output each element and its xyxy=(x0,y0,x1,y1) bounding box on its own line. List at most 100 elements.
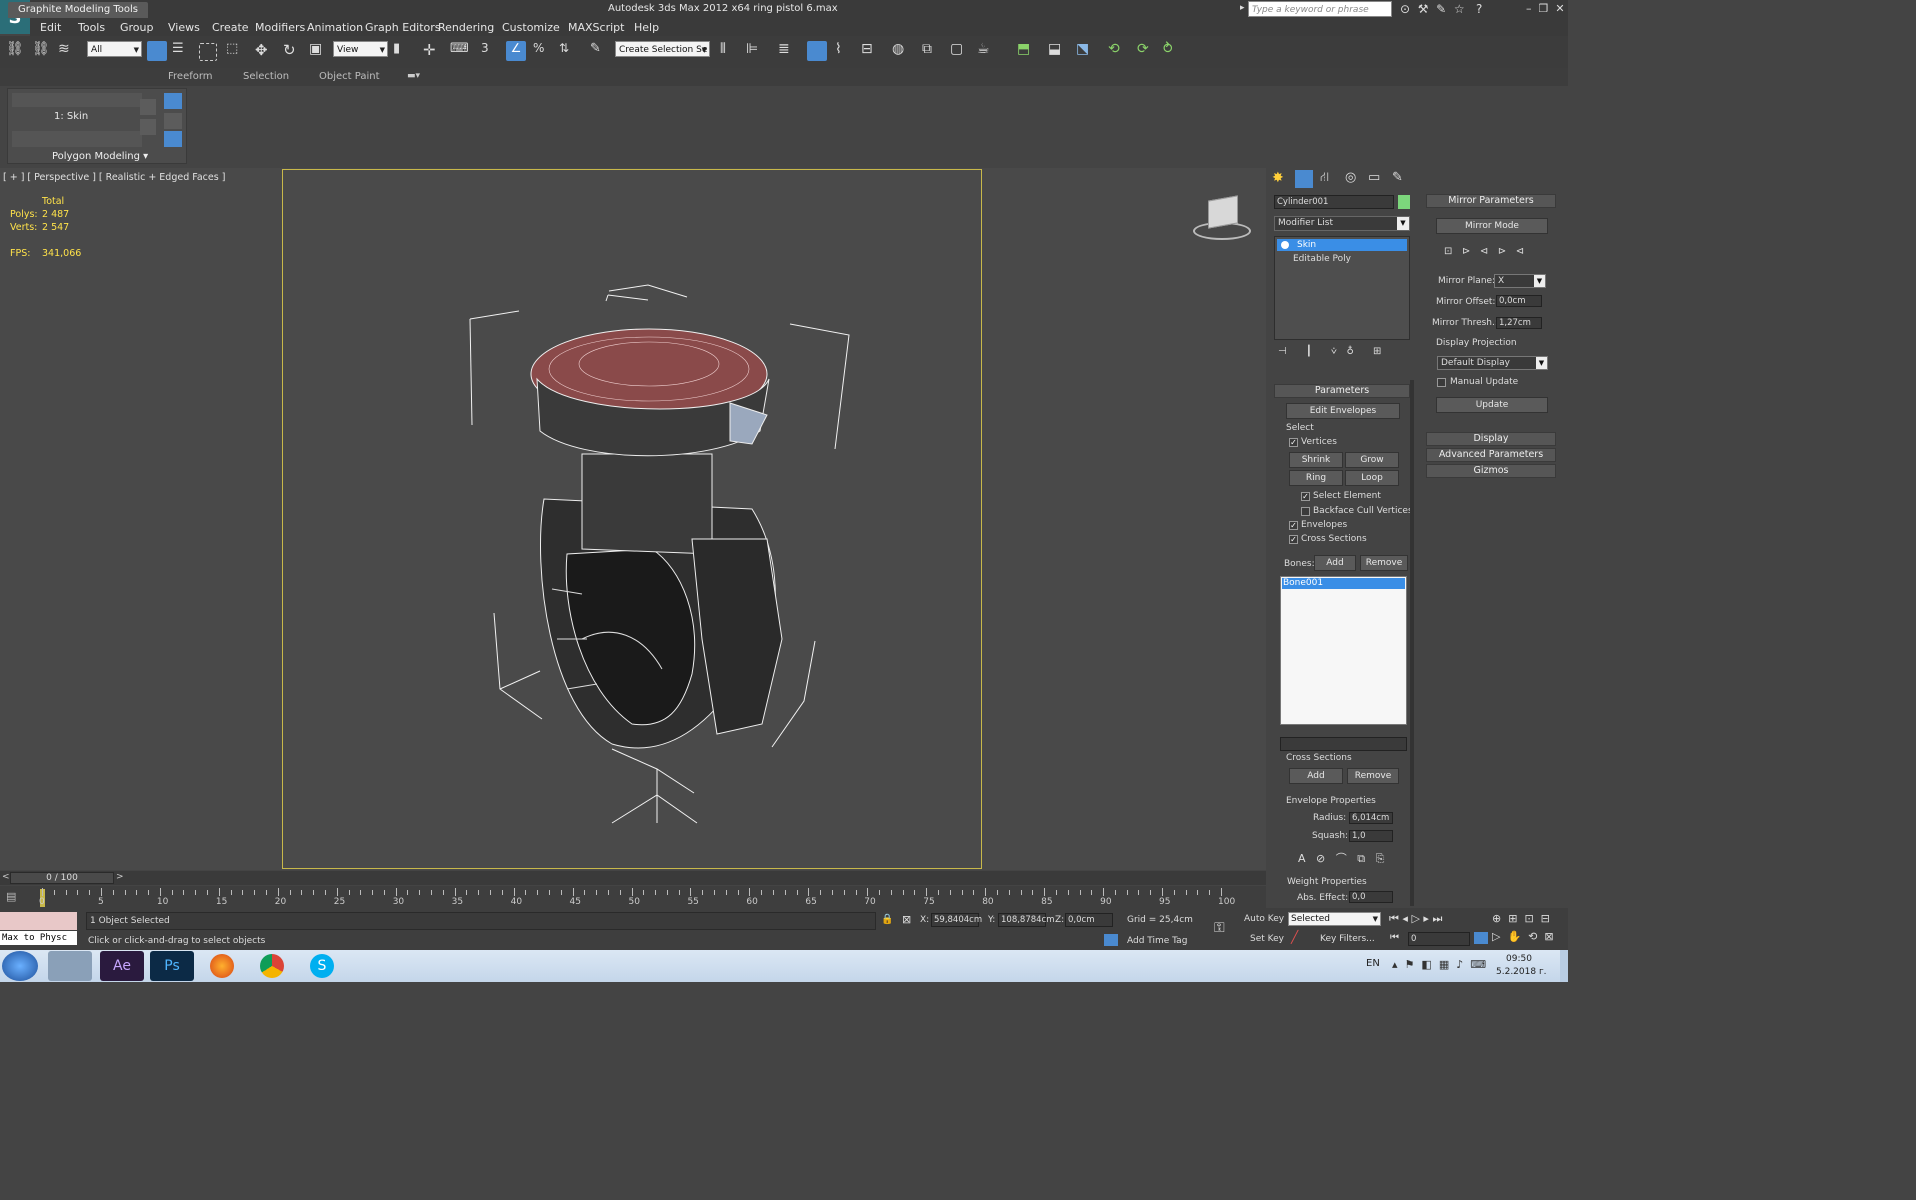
tab-object-paint[interactable]: Object Paint xyxy=(319,71,380,82)
tray-app-icon[interactable]: ◧ xyxy=(1421,958,1431,971)
key-icon[interactable]: ⚿ xyxy=(1214,920,1225,936)
abs-effect-spinner[interactable]: 0,0 xyxy=(1349,891,1393,903)
backface-cull-checkbox[interactable] xyxy=(1301,507,1310,516)
language-indicator[interactable]: EN xyxy=(1366,958,1380,969)
scale-icon[interactable]: ▣ xyxy=(309,41,329,61)
next-frame-icon[interactable]: ▸ xyxy=(1423,912,1429,925)
radius-spinner[interactable]: 6,014cm xyxy=(1349,812,1393,824)
binoculars-icon[interactable]: ⊙ xyxy=(1400,2,1410,16)
mirror-select-icon[interactable]: ⊡ xyxy=(1444,246,1452,257)
time-slider[interactable]: 0 / 100 xyxy=(10,872,114,884)
time-configuration-icon[interactable] xyxy=(1474,932,1488,944)
menu-edit[interactable]: Edit xyxy=(40,21,61,34)
hierarchy-tab-icon[interactable]: ⛙ xyxy=(1320,170,1338,188)
z-coord-field[interactable]: 0,0cm xyxy=(1065,913,1113,927)
mirror-paste-green-icon[interactable]: ⊲ xyxy=(1480,246,1488,257)
menu-rendering[interactable]: Rendering xyxy=(438,21,494,34)
layer-manager-icon[interactable]: ≣ xyxy=(778,41,798,61)
pan-icon[interactable]: ✋ xyxy=(1507,930,1521,943)
angle-snap-icon[interactable]: ∠ xyxy=(506,41,526,61)
search-input[interactable]: Type a keyword or phrase xyxy=(1248,1,1392,17)
x-coord-field[interactable]: 59,8404cm xyxy=(931,913,982,927)
named-selection-set-dropdown[interactable]: Create Selection Se xyxy=(615,41,710,58)
orbit-icon[interactable]: ⟲ xyxy=(1528,930,1537,943)
play-icon[interactable]: ▷ xyxy=(1411,912,1419,925)
subscription-icon[interactable]: ⚒ xyxy=(1418,2,1429,16)
curve-editor-icon[interactable]: ⌇ xyxy=(835,41,855,61)
advanced-parameters-rollout-header[interactable]: Advanced Parameters xyxy=(1426,448,1556,462)
menu-maxscript[interactable]: MAXScript xyxy=(568,21,624,34)
viewcube[interactable] xyxy=(1193,194,1251,242)
bone-list-item[interactable]: Bone001 xyxy=(1282,578,1405,589)
favorites-icon[interactable]: ☆ xyxy=(1454,2,1465,16)
utilities-tab-icon[interactable]: ✎ xyxy=(1392,170,1410,188)
unlink-icon[interactable]: ⛓ xyxy=(32,41,52,61)
pin-stack-tool-icon[interactable]: ⊣ xyxy=(1278,346,1287,357)
viewcube-cube[interactable] xyxy=(1208,195,1238,229)
mirror-parameters-rollout-header[interactable]: Mirror Parameters xyxy=(1426,194,1556,208)
create-tab-icon[interactable]: ✸ xyxy=(1272,170,1290,188)
key-filters-button[interactable]: Key Filters... xyxy=(1320,934,1375,944)
zoom-extents-all-icon[interactable]: ⊟ xyxy=(1541,912,1550,925)
taskbar-after-effects-icon[interactable]: Ae xyxy=(100,951,144,981)
make-unique-icon[interactable]: ⩒ xyxy=(1331,346,1337,357)
cross-section-name-field[interactable] xyxy=(1280,737,1407,751)
ring-button[interactable]: Ring xyxy=(1289,470,1343,486)
minimize-icon[interactable]: – xyxy=(1526,2,1532,15)
mirror-offset-spinner[interactable]: 0,0cm xyxy=(1496,295,1542,307)
time-slider-track[interactable] xyxy=(0,871,1266,885)
modifier-list-dropdown[interactable]: Modifier List ▼ xyxy=(1274,216,1410,231)
vertices-checkbox[interactable]: ✓ xyxy=(1289,438,1298,447)
mirror-icon[interactable]: ⫴ xyxy=(720,41,740,61)
grow-button[interactable]: Grow xyxy=(1345,452,1399,468)
move-icon[interactable]: ✥ xyxy=(255,41,275,61)
restore-icon[interactable]: ❐ xyxy=(1539,2,1549,15)
script-tool-3-icon[interactable]: ⬔ xyxy=(1076,41,1096,61)
keyboard-shortcut-icon[interactable]: ⌨ xyxy=(450,41,470,61)
maximize-viewport-icon[interactable]: ⊠ xyxy=(1544,930,1553,943)
add-time-tag[interactable]: Add Time Tag xyxy=(1127,936,1187,946)
graphite-toggle-icon[interactable] xyxy=(807,41,827,61)
percent-snap-icon[interactable]: % xyxy=(533,41,553,61)
shrink-button[interactable]: Shrink xyxy=(1289,452,1343,468)
pin-stack-icon[interactable] xyxy=(164,93,182,109)
menu-group[interactable]: Group xyxy=(120,21,154,34)
display-tab-icon[interactable]: ▭ xyxy=(1368,170,1386,188)
rendered-frame-icon[interactable]: ▢ xyxy=(950,41,970,61)
add-bone-button[interactable]: Add xyxy=(1314,555,1356,571)
tray-expand-icon[interactable]: ▴ xyxy=(1392,958,1398,971)
display-rollout-header[interactable]: Display xyxy=(1426,432,1556,446)
rotate-icon[interactable]: ↻ xyxy=(283,41,303,61)
script-tool-1-icon[interactable]: ⬒ xyxy=(1017,41,1037,61)
mirror-plane-dropdown[interactable]: X ▼ xyxy=(1494,274,1546,288)
clock-date[interactable]: 5.2.2018 г. xyxy=(1496,967,1547,977)
communication-icon[interactable]: ✎ xyxy=(1436,2,1446,16)
cross-section-add-button[interactable]: Add xyxy=(1289,768,1343,784)
stack-next-icon[interactable] xyxy=(140,119,156,135)
script-tool-4-icon[interactable]: ⟲ xyxy=(1108,41,1128,61)
key-tangent-icon[interactable]: ╱ xyxy=(1291,930,1298,944)
pivot-center-icon[interactable]: ▮ xyxy=(393,41,413,61)
previous-frame-icon[interactable]: ◂ xyxy=(1402,912,1408,925)
search-arrow-icon[interactable]: ▸ xyxy=(1240,3,1245,13)
time-tag-icon[interactable] xyxy=(1104,934,1118,946)
mirror-paste-all-icon[interactable]: ⊲ xyxy=(1516,246,1524,257)
cross-section-remove-button[interactable]: Remove xyxy=(1347,768,1399,784)
menu-modifiers[interactable]: Modifiers xyxy=(255,21,305,34)
mirror-thresh-spinner[interactable]: 1,27cm xyxy=(1496,317,1542,329)
falloff-icon[interactable]: ⌒ xyxy=(1336,852,1347,865)
start-button[interactable] xyxy=(2,951,38,981)
current-frame-field[interactable]: 0 xyxy=(1408,932,1470,946)
absolute-mode-icon[interactable]: ⊠ xyxy=(902,913,911,926)
subobject-buttons[interactable] xyxy=(12,93,142,107)
bind-space-warp-icon[interactable]: ≋ xyxy=(58,41,78,61)
polygon-modeling-title[interactable]: Polygon Modeling ▾ xyxy=(52,151,148,162)
manual-update-checkbox[interactable] xyxy=(1437,378,1446,387)
show-end-result-icon[interactable] xyxy=(164,113,182,129)
maxscript-input[interactable]: Max to Physc xyxy=(0,931,77,945)
tray-network-icon[interactable]: ▦ xyxy=(1439,958,1449,971)
spinner-snap-icon[interactable]: ⇅ xyxy=(559,41,579,61)
clock-time[interactable]: 09:50 xyxy=(1506,954,1532,964)
time-slider-next-icon[interactable]: > xyxy=(116,872,124,882)
copy-envelope-icon[interactable]: ⧉ xyxy=(1357,852,1365,865)
